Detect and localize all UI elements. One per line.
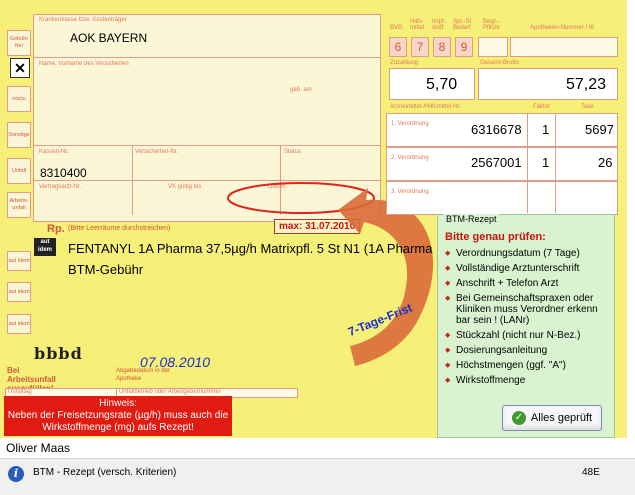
checklist-item: Höchstmengen (ggf. "A") bbox=[444, 360, 610, 371]
info-icon[interactable]: i bbox=[8, 466, 24, 482]
status-title: BTM - Rezept (versch. Kriterien) bbox=[33, 467, 177, 478]
unfall-box: Unfall bbox=[7, 158, 31, 184]
pzn-header-label: Arzneimittel-/Hilfsmittel-Nr. bbox=[390, 104, 461, 110]
hint-box: Hinweis: Neben der Freisetzungsrate (µg/… bbox=[4, 396, 232, 436]
unfallbetrieb-label: Unfallbetrieb oder Arbeitgebernummer bbox=[119, 389, 221, 395]
begr-pflicht-label: Begr.-Pflicht bbox=[483, 19, 500, 31]
aut-idem-label: aut idem bbox=[8, 288, 30, 295]
checkbox-checked-x[interactable]: ✕ bbox=[10, 58, 30, 78]
checklist: Verordnungsdatum (7 Tage) Vollständige A… bbox=[444, 248, 610, 390]
bvg-label: BVG bbox=[390, 25, 403, 31]
checklist-item: Anschrift + Telefon Arzt bbox=[444, 278, 610, 289]
taxe-label: Taxe bbox=[581, 104, 594, 110]
hint-text: Neben der Freisetzungsrate (µg/h) muss a… bbox=[7, 410, 229, 433]
noctu-box: noctu bbox=[7, 86, 31, 112]
vertragsarzt-nr-label: Vertragsarzt-Nr. bbox=[39, 184, 82, 190]
status-label: Status bbox=[284, 149, 302, 155]
krankenkasse-label: Krankenkasse bzw. Kostenträger bbox=[39, 17, 127, 23]
checklist-item: Vollständige Arztunterschrift bbox=[444, 263, 610, 274]
divider bbox=[132, 145, 133, 215]
hint-title: Hinweis: bbox=[99, 398, 137, 409]
hilfsmittel-digit-7: 7 bbox=[411, 37, 429, 57]
impfstoff-label: Impf-stoff bbox=[432, 19, 446, 31]
fee-line: BTM-Gebühr bbox=[68, 262, 144, 277]
rp-label: Rp. bbox=[47, 223, 65, 235]
aut-idem-label: aut idem bbox=[8, 257, 30, 264]
row-2-faktor: 1 bbox=[542, 155, 550, 170]
sonstige-label: Sonstige bbox=[8, 131, 30, 138]
bvg-digit-6: 6 bbox=[389, 37, 407, 57]
apotheken-nr-label: Apotheken-Nummer / IK bbox=[530, 25, 595, 31]
checklist-item: Bei Gemeinschaftspraxen oder Kliniken mu… bbox=[444, 293, 610, 326]
rp-hint: (Bitte Leerräume durchstreichen) bbox=[68, 225, 171, 232]
drug-line: FENTANYL 1A Pharma 37,5µg/h Matrixpfl. 5… bbox=[68, 241, 433, 256]
apotheken-nr-box bbox=[510, 37, 618, 57]
checklist-item: Dosierungsanleitung bbox=[444, 345, 610, 356]
spr-st-bedarf-label: Spr.-St. Bedarf bbox=[453, 19, 474, 31]
checklist-item: Verordnungsdatum (7 Tage) bbox=[444, 248, 610, 259]
panel-title: BTM-Rezept bbox=[444, 214, 499, 224]
divider bbox=[527, 113, 528, 213]
row-1-pzn: 6316678 bbox=[471, 122, 522, 137]
gebuehr-frei-box: Gebühr frei bbox=[7, 30, 31, 56]
faktor-label: Faktor bbox=[533, 104, 551, 110]
verordnung-2-label: 2. Verordnung bbox=[391, 155, 429, 161]
panel-heading: Bitte genau prüfen: bbox=[445, 231, 546, 243]
kassen-nr-label: Kassen-Nr. bbox=[39, 149, 69, 155]
aut-idem-box-1[interactable]: aut idem bbox=[7, 251, 31, 271]
zuzahlung-label: Zuzahlung bbox=[390, 60, 419, 66]
gesamt-brutto-value: 57,23 bbox=[566, 76, 607, 93]
verordnung-1-label: 1. Verordnung bbox=[391, 121, 429, 127]
vk-gueltig-label: VK gültig bis bbox=[168, 184, 202, 190]
status-code: 48E bbox=[582, 467, 600, 478]
row-2-taxe: 26 bbox=[598, 155, 613, 170]
aut-idem-box-2[interactable]: aut idem bbox=[7, 282, 31, 302]
btm-checklist-panel: BTM-Rezept Bitte genau prüfen: Verordnun… bbox=[437, 214, 615, 438]
alles-geprueft-label: Alles geprüft bbox=[530, 412, 593, 424]
impfstoff-digit-8: 8 bbox=[433, 37, 451, 57]
checkmark-icon: ✓ bbox=[511, 411, 526, 425]
author-name: Oliver Maas bbox=[6, 441, 71, 455]
row-1-faktor: 1 bbox=[542, 122, 550, 137]
krankenkasse-value: AOK BAYERN bbox=[70, 31, 148, 45]
spr-st-bedarf-digit-9: 9 bbox=[455, 37, 473, 57]
aut-idem-checked-1[interactable]: aut idem bbox=[34, 238, 56, 256]
verordnung-3-label: 3. Verordnung bbox=[391, 189, 429, 195]
verordnung-row-3 bbox=[386, 181, 618, 215]
arbeitsunfall-box: Arbeits-unfall bbox=[7, 192, 31, 218]
row-1-taxe: 5697 bbox=[585, 122, 614, 137]
zuzahlung-value: 5,70 bbox=[426, 76, 458, 93]
hilfsmittel-label: Hilfs-mittel bbox=[410, 19, 425, 31]
versicherten-nr-label: Versicherten-Nr. bbox=[135, 149, 179, 155]
divider bbox=[555, 113, 556, 213]
alles-geprueft-button[interactable]: ✓ Alles geprüft bbox=[502, 405, 602, 431]
unfall-label: Unfall bbox=[11, 167, 27, 174]
geb-am-label: geb. am bbox=[290, 87, 312, 93]
divider bbox=[33, 57, 381, 58]
checklist-item: Wirkstoffmenge bbox=[444, 375, 610, 386]
kassen-nr-value: 8310400 bbox=[40, 166, 87, 180]
row-2-pzn: 2567001 bbox=[471, 155, 522, 170]
abgabedatum-value: 07.08.2010 bbox=[140, 354, 211, 370]
sonstige-box: Sonstige bbox=[7, 122, 31, 148]
aut-idem-box-3[interactable]: aut idem bbox=[7, 314, 31, 334]
aut-idem-label: aut idem bbox=[8, 320, 30, 327]
checklist-item: Stückzahl (nicht nur N-Bez.) bbox=[444, 330, 610, 341]
gesamt-brutto-label: Gesamt-Brutto bbox=[480, 60, 520, 66]
divider bbox=[33, 145, 381, 146]
unfalltag-label: Unfalltag bbox=[8, 389, 32, 395]
noctu-label: noctu bbox=[12, 95, 26, 102]
begr-pflicht-box bbox=[478, 37, 508, 57]
arbeitsunfall-label: Arbeits-unfall bbox=[9, 198, 29, 211]
gebuehr-frei-label: Gebühr frei bbox=[9, 36, 29, 49]
status-bar: i BTM - Rezept (versch. Kriterien) 48E bbox=[0, 458, 635, 495]
doctor-signature: bbbd bbox=[34, 344, 83, 363]
name-label: Name, Vorname des Versicherten bbox=[39, 61, 129, 67]
